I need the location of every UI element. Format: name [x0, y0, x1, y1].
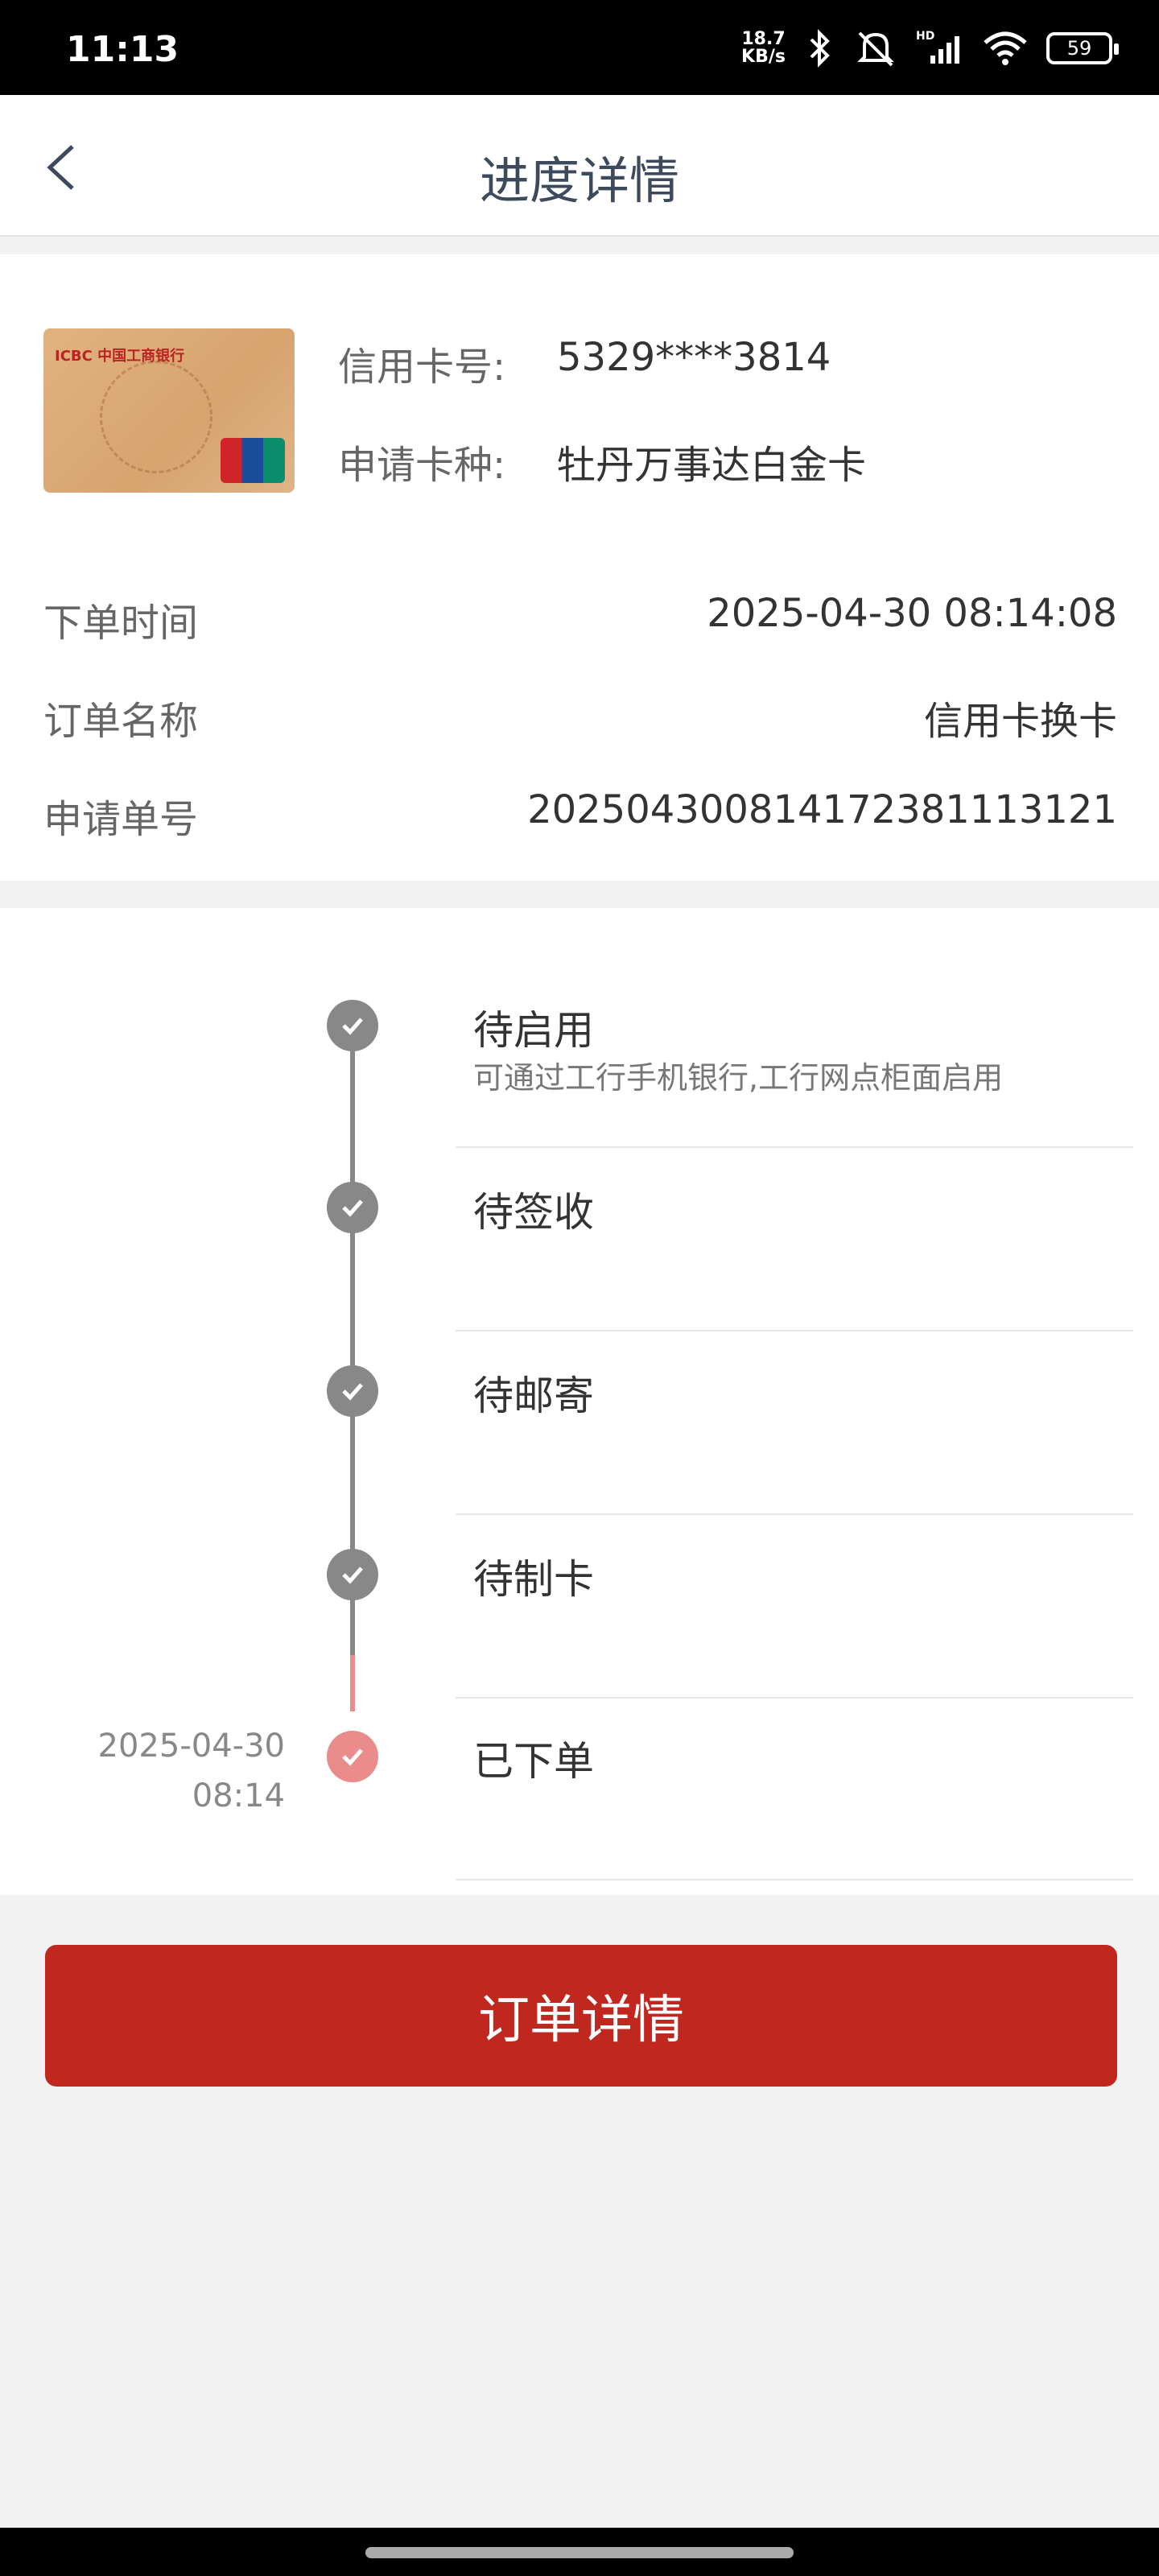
check-icon [342, 1748, 363, 1766]
timeline-step-title: 待邮寄 [473, 1373, 594, 1419]
timeline-step-desc: 可通过工行手机银行,工行网点柜面启用 [473, 1060, 1004, 1096]
divider [456, 1879, 1133, 1880]
divider [456, 1513, 1133, 1515]
status-bar: 11:13 18.7 KB/s HD 59 [0, 0, 1159, 95]
page-title: 进度详情 [479, 151, 679, 210]
divider [456, 1146, 1133, 1148]
timeline-dot [327, 1365, 378, 1417]
order-detail-button[interactable]: 订单详情 [45, 1945, 1117, 2087]
unionpay-logo [221, 438, 285, 483]
home-gesture-handle[interactable] [365, 2547, 794, 2558]
card-info-section: ICBC 中国工商银行 信用卡号: 5329****3814 申请卡种: 牡丹万… [0, 254, 1159, 881]
divider [456, 1697, 1133, 1699]
application-number-value: 2025043008141723811131​21 [527, 787, 1117, 832]
card-type-value: 牡丹万事达白金卡 [557, 443, 867, 488]
navigation-bar [0, 2528, 1159, 2576]
timeline-dot-current [327, 1731, 378, 1782]
check-icon [342, 1567, 363, 1584]
timeline-step-title: 待制卡 [473, 1556, 594, 1603]
timeline-step-title: 待签收 [473, 1189, 594, 1236]
timeline-dot [327, 1549, 378, 1600]
timeline-line-current [350, 1655, 355, 1711]
peony-pattern [100, 361, 212, 473]
order-time-label: 下单时间 [43, 601, 199, 646]
timeline-step-title: 已下单 [473, 1738, 594, 1785]
status-time: 11:13 [66, 29, 179, 70]
application-number-label: 申请单号 [43, 797, 199, 842]
divider [456, 1330, 1133, 1331]
check-icon [342, 1199, 363, 1217]
signal-icon: HD [916, 30, 959, 64]
check-icon [342, 1018, 363, 1035]
check-icon [342, 1383, 363, 1401]
timeline-step-title: 待启用 [473, 1007, 594, 1054]
timeline-dot [327, 1000, 378, 1051]
status-icons: 18.7 KB/s HD 59 [741, 24, 1119, 72]
card-number-label: 信用卡号: [338, 345, 506, 390]
timeline-step-date: 2025-04-30 08:14 [97, 1728, 285, 1814]
wifi-icon [984, 31, 1027, 65]
network-speed: 18.7 KB/s [741, 29, 786, 67]
order-time-value: 2025-04-30 08:14:08 [707, 591, 1117, 636]
card-type-label: 申请卡种: [338, 443, 506, 488]
mute-bell-icon [857, 31, 894, 67]
svg-text:HD: HD [916, 30, 934, 43]
order-name-label: 订单名称 [43, 699, 199, 744]
bluetooth-icon [810, 29, 830, 68]
timeline-dot [327, 1182, 378, 1233]
header: 进度详情 [0, 95, 1159, 237]
card-number-value: 5329****3814 [557, 335, 831, 380]
progress-timeline: 待启用 可通过工行手机银行,工行网点柜面启用 待签收 待邮寄 待制卡 2025-… [0, 908, 1159, 1895]
credit-card-image: ICBC 中国工商银行 [43, 328, 295, 493]
battery-indicator: 59 [1046, 32, 1119, 64]
order-name-value: 信用卡换卡 [923, 699, 1117, 744]
